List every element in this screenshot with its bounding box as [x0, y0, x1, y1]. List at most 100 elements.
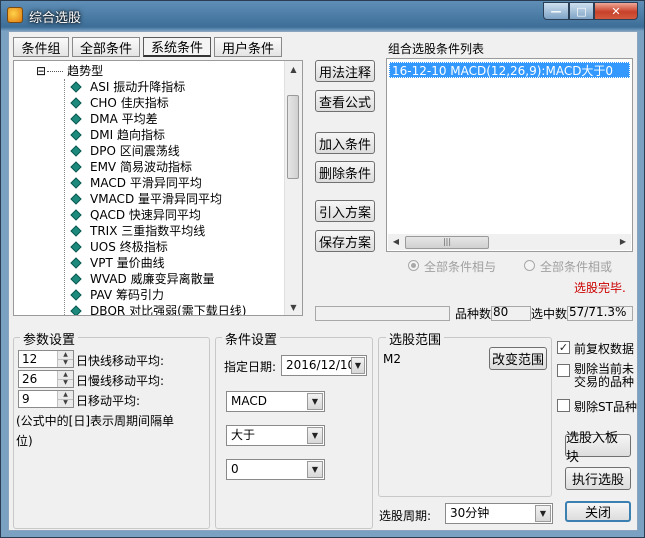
tree-item[interactable]: WVAD 威廉变异离散量 — [70, 271, 215, 287]
tree-item[interactable]: VMACD 量平滑异同平均 — [70, 191, 222, 207]
save-plan-button[interactable]: 保存方案 — [315, 230, 375, 252]
run-select-button[interactable]: 执行选股 — [565, 467, 631, 490]
chevron-down-icon[interactable]: ▼ — [307, 393, 323, 410]
indicator-icon — [70, 145, 82, 157]
spin-down-icon[interactable]: ▼ — [58, 379, 73, 387]
range-title: 选股范围 — [386, 329, 445, 348]
radio-and-all[interactable] — [408, 260, 419, 271]
param-signal-label: 日移动平均: — [76, 394, 141, 408]
tree-item[interactable]: MACD 平滑异同平均 — [70, 175, 202, 191]
param-signal-value[interactable]: 9 — [22, 392, 30, 406]
tree-item[interactable]: CHO 佳庆指标 — [70, 95, 169, 111]
param-fast-value[interactable]: 12 — [22, 352, 37, 366]
tree-item[interactable]: DMI 趋向指标 — [70, 127, 165, 143]
collapse-toggle-icon[interactable]: ⊟ — [36, 64, 46, 78]
tree-item[interactable]: ASI 振动升降指标 — [70, 79, 185, 95]
scroll-left-arrow-icon[interactable]: ◀ — [388, 234, 404, 250]
tree-item[interactable]: VPT 量价曲线 — [70, 255, 165, 271]
condition-list-title: 组合选股条件列表 — [388, 42, 485, 56]
main-window: 综合选股 — □ ✕ 条件组 全部条件 系统条件 用户条件 ⊟ 趋势型 ASI 振… — [0, 0, 645, 538]
import-plan-button[interactable]: 引入方案 — [315, 200, 375, 222]
tree-scroll-thumb[interactable] — [287, 95, 299, 179]
close-button[interactable]: 关闭 — [565, 501, 631, 522]
indicator-tree[interactable]: ⊟ 趋势型 ASI 振动升降指标 CHO 佳庆指标 DMA 平均差 DMI 趋向指… — [13, 60, 303, 316]
exclude-st-checkbox[interactable] — [557, 399, 570, 412]
date-value[interactable]: 2016/12/10 — [286, 358, 355, 372]
delete-condition-button[interactable]: 删除条件 — [315, 161, 375, 183]
spinner-arrows-icon[interactable]: ▲ ▼ — [57, 371, 73, 387]
app-icon — [7, 7, 23, 23]
period-select[interactable]: 30分钟 ▼ — [445, 503, 553, 524]
view-formula-button[interactable]: 查看公式 — [315, 90, 375, 112]
spinner-arrows-icon[interactable]: ▲ ▼ — [57, 391, 73, 407]
param-slow-spinner[interactable]: 26 ▲ ▼ — [18, 370, 74, 388]
usage-note-button[interactable]: 用法注释 — [315, 60, 375, 82]
tab-user-conditions[interactable]: 用户条件 — [214, 37, 282, 57]
title-bar[interactable]: 综合选股 — □ ✕ — [1, 1, 644, 29]
scroll-up-arrow-icon[interactable]: ▲ — [285, 61, 302, 77]
indicator-select[interactable]: MACD ▼ — [226, 391, 325, 412]
operator-select-value[interactable]: 大于 — [231, 428, 255, 442]
change-range-button[interactable]: 改变范围 — [489, 347, 547, 370]
close-window-button[interactable]: ✕ — [594, 2, 638, 20]
tab-condition-group[interactable]: 条件组 — [13, 37, 69, 57]
chevron-down-icon[interactable]: ▼ — [535, 505, 551, 522]
tree-item[interactable]: DMA 平均差 — [70, 111, 158, 127]
exclude-unlisted-label: 剔除当前未 交易的品种 — [574, 362, 635, 389]
tree-scrollbar[interactable]: ▲ ▼ — [284, 61, 302, 315]
tree-item[interactable]: UOS 终极指标 — [70, 239, 168, 255]
tree-item[interactable]: QACD 快速异同平均 — [70, 207, 201, 223]
radio-and-label: 全部条件相与 — [424, 260, 497, 274]
indicator-icon — [70, 225, 82, 237]
prior-rights-checkbox[interactable]: ✓ — [557, 341, 570, 354]
threshold-select-value[interactable]: 0 — [231, 462, 239, 476]
threshold-select[interactable]: 0 ▼ — [226, 459, 325, 480]
maximize-button[interactable]: □ — [569, 2, 594, 20]
radio-or-all[interactable] — [524, 260, 535, 271]
condition-list-hscrollbar[interactable]: ◀ ||| ▶ — [388, 234, 631, 250]
indicator-icon — [70, 81, 82, 93]
indicator-icon — [70, 305, 82, 315]
spinner-arrows-icon[interactable]: ▲ ▼ — [57, 351, 73, 367]
condition-list[interactable]: 16-12-10 MACD(12,26,9):MACD大于0 ◀ ||| ▶ — [386, 58, 633, 252]
tab-system-conditions[interactable]: 系统条件 — [143, 37, 211, 57]
scroll-down-arrow-icon[interactable]: ▼ — [285, 299, 302, 315]
species-count-value: 80 — [493, 305, 509, 319]
date-picker[interactable]: 2016/12/10 ▼ — [281, 355, 367, 376]
tree-item[interactable]: EMV 简易波动指标 — [70, 159, 192, 175]
chevron-down-icon[interactable]: ▼ — [307, 427, 323, 444]
scroll-right-arrow-icon[interactable]: ▶ — [615, 234, 631, 250]
spin-down-icon[interactable]: ▼ — [58, 359, 73, 367]
tree-item[interactable]: PAV 筹码引力 — [70, 287, 164, 303]
indicator-icon — [70, 193, 82, 205]
date-dropdown-arrow-icon[interactable]: ▼ — [351, 357, 365, 374]
param-slow-value[interactable]: 26 — [22, 372, 37, 386]
select-to-block-button[interactable]: 选股入板块 — [565, 431, 631, 465]
tree-item[interactable]: TRIX 三重指数平均线 — [70, 223, 205, 239]
tree-item[interactable]: DBQR 对比强弱(需下载日线) — [70, 303, 246, 315]
progress-bar — [315, 306, 450, 321]
indicator-icon — [70, 241, 82, 253]
hscroll-thumb[interactable]: ||| — [405, 236, 489, 249]
prior-rights-label: 前复权数据 — [574, 342, 635, 356]
chevron-down-icon[interactable]: ▼ — [307, 461, 323, 478]
param-signal-spinner[interactable]: 9 ▲ ▼ — [18, 390, 74, 408]
spin-down-icon[interactable]: ▼ — [58, 399, 73, 407]
tree-root-row[interactable]: ⊟ 趋势型 — [36, 63, 103, 79]
status-message: 选股完毕. — [574, 281, 626, 295]
condition-list-item-selected[interactable]: 16-12-10 MACD(12,26,9):MACD大于0 — [389, 62, 630, 78]
indicator-icon — [70, 161, 82, 173]
params-note-line1: (公式中的[日]表示周期间隔单 — [16, 414, 175, 428]
indicator-icon — [70, 113, 82, 125]
minimize-button[interactable]: — — [543, 2, 569, 20]
operator-select[interactable]: 大于 ▼ — [226, 425, 325, 446]
indicator-select-value[interactable]: MACD — [231, 394, 267, 408]
tab-all-conditions[interactable]: 全部条件 — [72, 37, 140, 57]
exclude-unlisted-checkbox[interactable] — [557, 364, 570, 377]
tree-item[interactable]: DPO 区间震荡线 — [70, 143, 180, 159]
add-condition-button[interactable]: 加入条件 — [315, 132, 375, 154]
period-select-value[interactable]: 30分钟 — [450, 506, 489, 520]
period-label: 选股周期: — [379, 509, 432, 523]
exclude-st-label: 剔除ST品种 — [574, 400, 637, 414]
param-fast-spinner[interactable]: 12 ▲ ▼ — [18, 350, 74, 368]
